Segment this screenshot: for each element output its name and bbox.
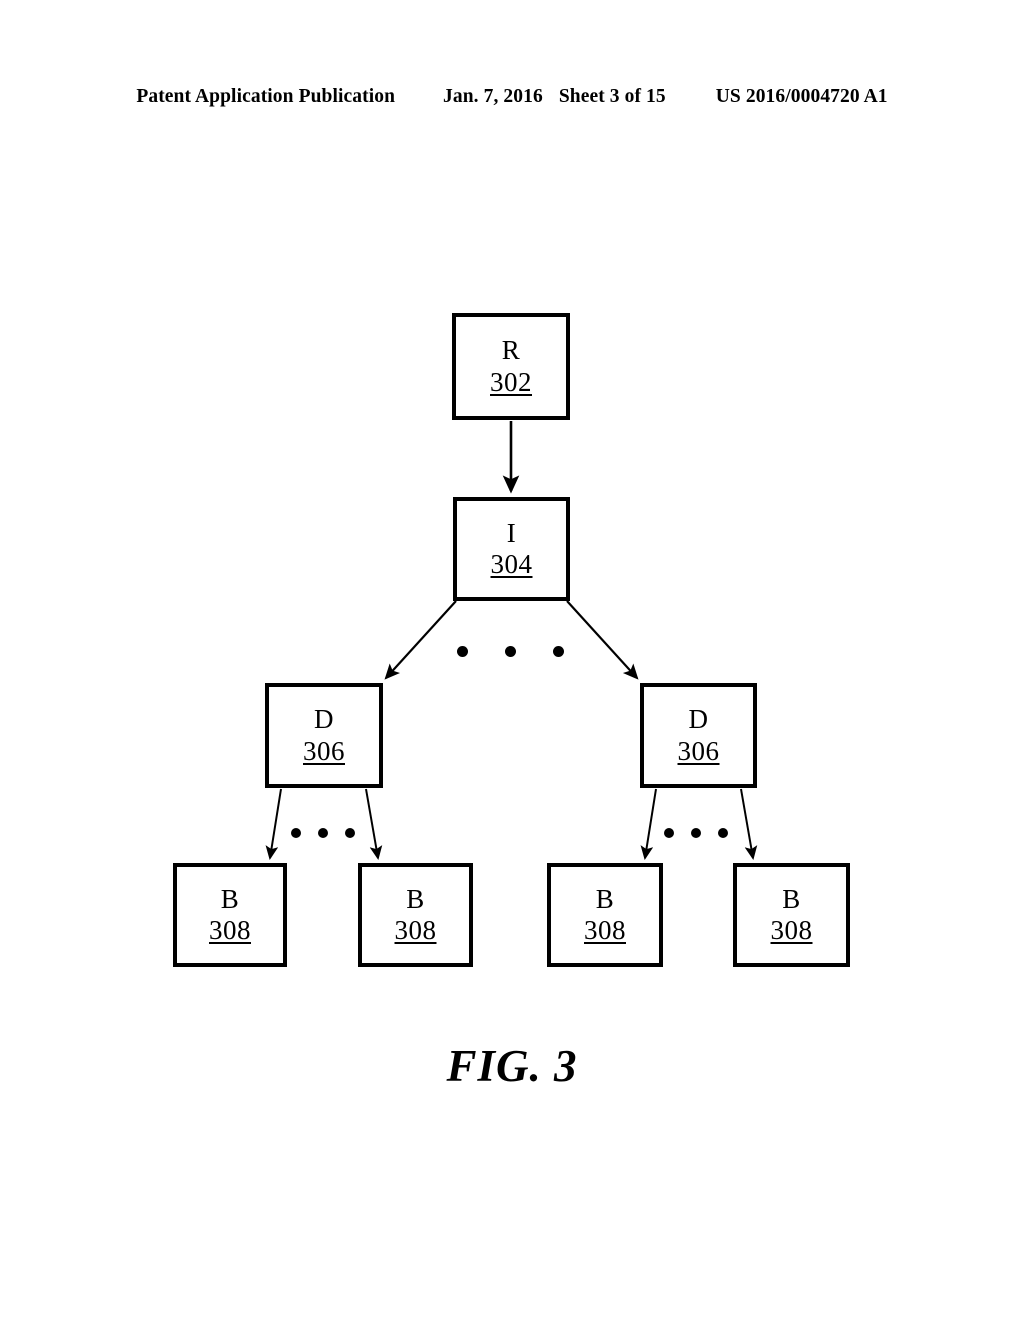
ellipsis-blocks-left	[291, 828, 355, 838]
node-block-2[interactable]: B 308	[358, 863, 473, 967]
node-block-3-ref: 308	[584, 915, 626, 945]
diagram-edges	[265, 421, 758, 860]
node-directory-right-letter: D	[688, 704, 709, 735]
edge-dir-left-to-block-1	[265, 788, 282, 860]
ellipsis-dot	[505, 646, 516, 657]
node-directory-right-ref: 306	[677, 735, 720, 766]
node-block-4-ref: 308	[770, 915, 813, 945]
node-block-4-letter: B	[782, 883, 801, 914]
ellipsis-blocks-right	[664, 828, 728, 838]
node-block-2-ref: 308	[394, 915, 437, 945]
node-directory-right[interactable]: D 306	[640, 683, 757, 788]
figure-caption: FIG. 3	[446, 1041, 578, 1091]
edge-index-to-dir-left	[384, 600, 457, 680]
ellipsis-dot	[691, 828, 701, 838]
ellipsis-dot	[457, 646, 468, 657]
ellipsis-dot	[318, 828, 328, 838]
node-root-ref: 302	[490, 366, 532, 397]
node-block-1[interactable]: B 308	[173, 863, 287, 967]
edge-index-to-dir-right	[566, 600, 639, 680]
node-index-ref: 304	[490, 549, 533, 579]
node-root-letter: R	[501, 335, 521, 366]
tree-diagram: R 302 I 304 D 306 D 306 B 308 B 308 B 30…	[0, 0, 1024, 1320]
node-block-2-letter: B	[406, 883, 425, 914]
node-block-3[interactable]: B 308	[547, 863, 663, 967]
ellipsis-directories	[457, 646, 564, 657]
node-directory-left-letter: D	[314, 704, 334, 735]
node-directory-left[interactable]: D 306	[265, 683, 383, 788]
edge-dir-left-to-block-2	[365, 788, 383, 860]
node-block-3-letter: B	[595, 883, 615, 914]
ellipsis-dot	[291, 828, 301, 838]
node-index-letter: I	[506, 517, 517, 548]
ellipsis-dot	[345, 828, 355, 838]
ellipsis-dot	[718, 828, 728, 838]
ellipsis-dot	[553, 646, 564, 657]
node-block-4[interactable]: B 308	[733, 863, 850, 967]
node-directory-left-ref: 306	[303, 735, 345, 766]
node-root[interactable]: R 302	[452, 313, 570, 420]
edge-dir-right-to-block-4	[740, 788, 758, 860]
node-index[interactable]: I 304	[453, 497, 570, 601]
node-block-1-letter: B	[220, 883, 240, 914]
ellipsis-dot	[664, 828, 674, 838]
edge-dir-right-to-block-3	[640, 788, 657, 860]
node-block-1-ref: 308	[209, 915, 251, 945]
